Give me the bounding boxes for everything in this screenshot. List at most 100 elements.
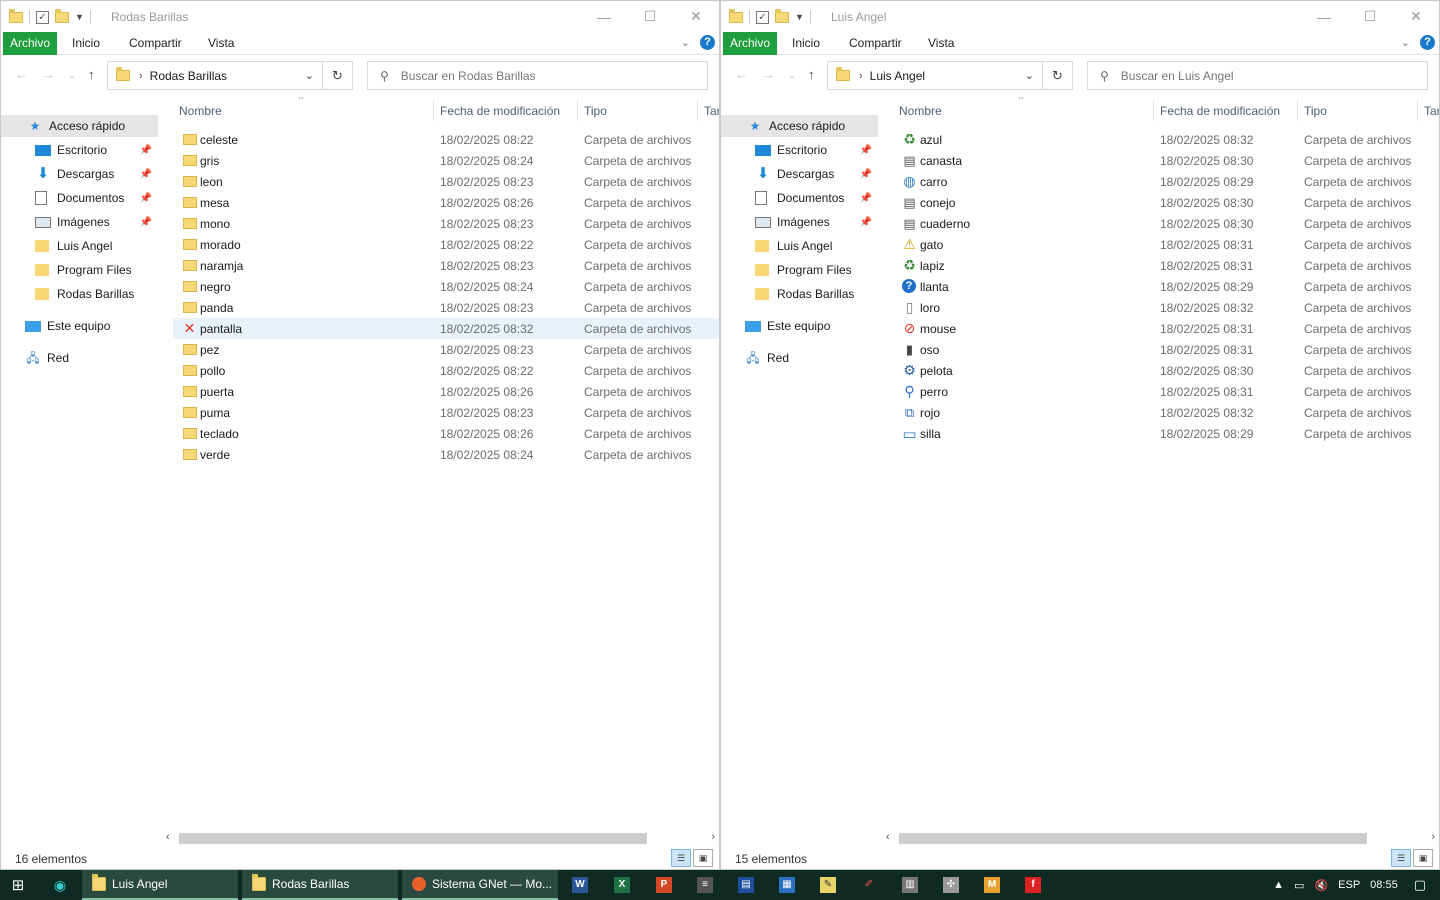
breadcrumb-chevron-icon[interactable]: › [139, 70, 143, 82]
refresh-button[interactable]: ↻ [323, 61, 353, 90]
tab-vista[interactable]: Vista [928, 32, 954, 55]
column-type[interactable]: Tipo [1304, 104, 1327, 118]
file-row-puma[interactable]: puma 18/02/2025 08:23 Carpeta de archivos [173, 402, 719, 423]
nav-luis-angel[interactable]: Luis Angel [721, 235, 878, 257]
back-arrow-icon[interactable]: ← [735, 67, 748, 82]
column-name[interactable]: Nombre [179, 104, 222, 118]
file-name[interactable]: teclado [200, 427, 239, 441]
file-row-pelota[interactable]: ⚙ pelota 18/02/2025 08:30 Carpeta de archiv… [893, 360, 1439, 381]
file-row-azul[interactable]: ♻ azul 18/02/2025 08:32 Carpeta de archivos [893, 129, 1439, 150]
file-name[interactable]: mesa [200, 196, 229, 210]
scrollbar-thumb[interactable] [179, 833, 647, 844]
address-bar[interactable]: › Rodas Barillas ⌄ [107, 61, 323, 90]
file-row-loro[interactable]: ▯ loro 18/02/2025 08:32 Carpeta de archivos [893, 297, 1439, 318]
file-row-canasta[interactable]: ▤ canasta 18/02/2025 08:30 Carpeta de archi… [893, 150, 1439, 171]
customize-toolbar-icon[interactable]: ▼ [795, 12, 804, 22]
file-row-puerta[interactable]: puerta 18/02/2025 08:26 Carpeta de archivo… [173, 381, 719, 402]
file-row-oso[interactable]: ▮ oso 18/02/2025 08:31 Carpeta de archivos [893, 339, 1439, 360]
taskbar-app-luis-angel[interactable]: Luis Angel [82, 870, 238, 900]
column-divider[interactable] [1153, 99, 1154, 121]
customize-toolbar-icon[interactable]: ▼ [75, 12, 84, 22]
column-divider[interactable] [1297, 99, 1298, 121]
tab-vista[interactable]: Vista [208, 32, 234, 55]
notifications-icon[interactable]: ▢ [1414, 877, 1426, 893]
nav-documentos[interactable]: Documentos 📌 [721, 187, 878, 209]
nav-imagenes[interactable]: Imágenes 📌 [721, 211, 878, 233]
scroll-left-icon[interactable]: ‹ [166, 831, 170, 843]
file-row-mouse[interactable]: ⊘ mouse 18/02/2025 08:31 Carpeta de archivo… [893, 318, 1439, 339]
close-button[interactable]: ✕ [1393, 1, 1439, 32]
pinned-app[interactable]: ✐ [861, 870, 877, 900]
tab-archivo[interactable]: Archivo [723, 32, 777, 55]
column-divider[interactable] [433, 99, 434, 121]
file-name[interactable]: conejo [920, 196, 955, 210]
help-icon[interactable]: ? [1420, 35, 1435, 50]
back-arrow-icon[interactable]: ← [15, 67, 28, 82]
column-name[interactable]: Nombre [899, 104, 942, 118]
start-button[interactable]: ⊞ [0, 870, 36, 900]
file-row-celeste[interactable]: celeste 18/02/2025 08:22 Carpeta de archiv… [173, 129, 719, 150]
scroll-right-icon[interactable]: › [1431, 831, 1435, 843]
column-size[interactable]: Tar [704, 104, 719, 118]
nav-rodas-barillas[interactable]: Rodas Barillas [721, 283, 878, 305]
address-text[interactable]: Luis Angel [870, 69, 925, 83]
search-box[interactable]: ⚲ [367, 61, 708, 90]
pinned-app[interactable]: ▤ [738, 870, 754, 900]
file-row-panda[interactable]: panda 18/02/2025 08:23 Carpeta de archivos [173, 297, 719, 318]
pin-icon[interactable]: 📌 [860, 169, 872, 180]
column-date[interactable]: Fecha de modificación [1160, 104, 1280, 118]
file-name[interactable]: pollo [200, 364, 225, 378]
column-type[interactable]: Tipo [584, 104, 607, 118]
file-row-verde[interactable]: verde 18/02/2025 08:24 Carpeta de archivos [173, 444, 719, 465]
file-name[interactable]: rojo [920, 406, 940, 420]
file-name[interactable]: lapiz [920, 259, 945, 273]
pinned-app[interactable]: f [1025, 870, 1041, 900]
nav-documentos[interactable]: Documentos 📌 [1, 187, 158, 209]
minimize-button[interactable]: — [1301, 1, 1347, 32]
file-row-silla[interactable]: ▭ silla 18/02/2025 08:29 Carpeta de archivo… [893, 423, 1439, 444]
new-folder-icon[interactable] [775, 8, 789, 23]
file-name[interactable]: celeste [200, 133, 238, 147]
nav-imagenes[interactable]: Imágenes 📌 [1, 211, 158, 233]
tab-compartir[interactable]: Compartir [129, 32, 182, 55]
file-row-pollo[interactable]: pollo 18/02/2025 08:22 Carpeta de archivos [173, 360, 719, 381]
nav-red[interactable]: 🖧 Red [1, 347, 158, 369]
forward-arrow-icon[interactable]: → [42, 67, 55, 82]
file-row-morado[interactable]: morado 18/02/2025 08:22 Carpeta de archivo… [173, 234, 719, 255]
column-divider[interactable] [697, 99, 698, 121]
pin-icon[interactable]: 📌 [140, 217, 152, 228]
file-name[interactable]: perro [920, 385, 948, 399]
up-arrow-icon[interactable]: ↑ [88, 67, 95, 82]
column-divider[interactable] [1417, 99, 1418, 121]
file-row-carro[interactable]: ◍ carro 18/02/2025 08:29 Carpeta de archivo… [893, 171, 1439, 192]
file-name[interactable]: negro [200, 280, 231, 294]
file-name[interactable]: leon [200, 175, 223, 189]
file-name[interactable]: panda [200, 301, 233, 315]
properties-icon[interactable]: ✓ [36, 10, 49, 24]
pinned-app[interactable]: ▥ [902, 870, 918, 900]
file-row-gris[interactable]: gris 18/02/2025 08:24 Carpeta de archivos [173, 150, 719, 171]
tab-archivo[interactable]: Archivo [3, 32, 57, 55]
file-row-leon[interactable]: leon 18/02/2025 08:23 Carpeta de archivos [173, 171, 719, 192]
network-icon[interactable]: ▭ [1294, 879, 1304, 892]
pinned-app[interactable]: ≡ [697, 870, 713, 900]
file-name[interactable]: cuaderno [920, 217, 970, 231]
nav-este-equipo[interactable]: Este equipo [721, 315, 878, 337]
file-row-naramja[interactable]: naramja 18/02/2025 08:23 Carpeta de archiv… [173, 255, 719, 276]
maximize-button[interactable]: ☐ [627, 1, 673, 32]
maximize-button[interactable]: ☐ [1347, 1, 1393, 32]
file-name[interactable]: azul [920, 133, 942, 147]
nav-acceso-rapido[interactable]: ★ Acceso rápido [1, 115, 158, 137]
file-name[interactable]: morado [200, 238, 241, 252]
nav-acceso-rapido[interactable]: ★ Acceso rápido [721, 115, 878, 137]
pin-icon[interactable]: 📌 [140, 145, 152, 156]
forward-arrow-icon[interactable]: → [762, 67, 775, 82]
file-row-rojo[interactable]: ⧉ rojo 18/02/2025 08:32 Carpeta de archivos [893, 402, 1439, 423]
column-divider[interactable] [577, 99, 578, 121]
taskbar-app-rodas-barillas[interactable]: Rodas Barillas [242, 870, 398, 900]
file-row-mono[interactable]: mono 18/02/2025 08:23 Carpeta de archivos [173, 213, 719, 234]
file-name[interactable]: verde [200, 448, 230, 462]
pinned-excel[interactable]: X [614, 870, 630, 900]
details-view-icon[interactable]: ☰ [671, 849, 691, 867]
file-row-pantalla[interactable]: ✕ pantalla 18/02/2025 08:32 Carpeta de arch… [173, 318, 719, 339]
